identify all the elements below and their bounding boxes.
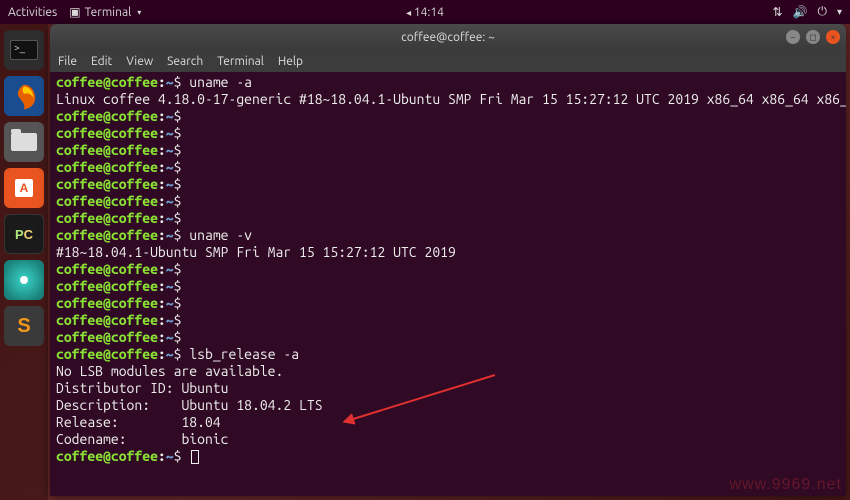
terminal-line: coffee@coffee:~$ bbox=[56, 176, 840, 193]
terminal-line: coffee@coffee:~$ bbox=[56, 448, 840, 465]
terminal-line: coffee@coffee:~$ bbox=[56, 125, 840, 142]
gnome-top-bar: Activities ▣ Terminal ◂ 14:14 ⇅ 🔊 ⏻ ▾ bbox=[0, 0, 850, 24]
terminal-menubar: File Edit View Search Terminal Help bbox=[50, 50, 846, 72]
menu-search[interactable]: Search bbox=[167, 55, 203, 68]
window-minimize-button[interactable]: – bbox=[786, 30, 800, 44]
window-titlebar[interactable]: coffee@coffee: ~ – ◻ × bbox=[50, 24, 846, 50]
menu-edit[interactable]: Edit bbox=[91, 55, 112, 68]
launcher-sublime[interactable]: S bbox=[4, 306, 44, 346]
launcher-terminal[interactable] bbox=[4, 30, 44, 70]
terminal-line: coffee@coffee:~$ bbox=[56, 312, 840, 329]
menu-file[interactable]: File bbox=[58, 55, 77, 68]
activities-button[interactable]: Activities bbox=[8, 6, 57, 19]
firefox-icon bbox=[9, 81, 39, 111]
terminal-icon bbox=[10, 40, 38, 60]
app-menu-label: Terminal bbox=[85, 6, 132, 19]
menu-help[interactable]: Help bbox=[278, 55, 303, 68]
menu-terminal[interactable]: Terminal bbox=[217, 55, 264, 68]
menu-view[interactable]: View bbox=[126, 55, 153, 68]
power-icon[interactable]: ⏻ bbox=[817, 5, 827, 19]
terminal-line: coffee@coffee:~$ lsb_release -a bbox=[56, 346, 840, 363]
app-menu[interactable]: ▣ Terminal bbox=[69, 5, 141, 19]
sound-icon[interactable]: 🔊 bbox=[793, 5, 808, 19]
terminal-line: Release: 18.04 bbox=[56, 414, 840, 431]
atom-icon bbox=[20, 276, 28, 284]
terminal-line: coffee@coffee:~$ bbox=[56, 193, 840, 210]
clock-prev-icon: ◂ bbox=[406, 7, 411, 19]
terminal-line: coffee@coffee:~$ bbox=[56, 108, 840, 125]
terminal-line: coffee@coffee:~$ bbox=[56, 210, 840, 227]
folder-icon bbox=[11, 133, 37, 151]
terminal-line: #18~18.04.1-Ubuntu SMP Fri Mar 15 15:27:… bbox=[56, 244, 840, 261]
launcher-files[interactable] bbox=[4, 122, 44, 162]
system-menu-chevron-icon[interactable]: ▾ bbox=[837, 6, 842, 18]
terminal-icon: ▣ bbox=[69, 5, 80, 19]
terminal-window: coffee@coffee: ~ – ◻ × File Edit View Se… bbox=[50, 24, 846, 496]
terminal-line: coffee@coffee:~$ bbox=[56, 142, 840, 159]
terminal-line: Distributor ID: Ubuntu bbox=[56, 380, 840, 397]
clock-time: 14:14 bbox=[414, 6, 444, 19]
terminal-line: coffee@coffee:~$ bbox=[56, 295, 840, 312]
terminal-body[interactable]: coffee@coffee:~$ uname -aLinux coffee 4.… bbox=[50, 72, 846, 496]
cursor bbox=[191, 450, 199, 464]
watermark: www.9969.net bbox=[729, 476, 842, 494]
terminal-line: Codename: bionic bbox=[56, 431, 840, 448]
terminal-line: coffee@coffee:~$ bbox=[56, 329, 840, 346]
launcher-dock: PC S bbox=[0, 24, 48, 500]
window-maximize-button[interactable]: ◻ bbox=[806, 30, 820, 44]
window-close-button[interactable]: × bbox=[826, 30, 840, 44]
terminal-line: No LSB modules are available. bbox=[56, 363, 840, 380]
network-icon[interactable]: ⇅ bbox=[772, 5, 782, 19]
clock[interactable]: ◂ 14:14 bbox=[406, 6, 444, 19]
terminal-line: coffee@coffee:~$ bbox=[56, 261, 840, 278]
software-icon bbox=[15, 179, 33, 197]
terminal-line: Description: Ubuntu 18.04.2 LTS bbox=[56, 397, 840, 414]
sublime-icon: S bbox=[17, 315, 30, 338]
terminal-line: coffee@coffee:~$ uname -v bbox=[56, 227, 840, 244]
pycharm-icon: PC bbox=[15, 227, 33, 242]
window-title: coffee@coffee: ~ bbox=[401, 31, 495, 44]
terminal-line: coffee@coffee:~$ uname -a bbox=[56, 74, 840, 91]
launcher-pycharm[interactable]: PC bbox=[4, 214, 44, 254]
launcher-software[interactable] bbox=[4, 168, 44, 208]
terminal-line: coffee@coffee:~$ bbox=[56, 159, 840, 176]
launcher-firefox[interactable] bbox=[4, 76, 44, 116]
launcher-atom[interactable] bbox=[4, 260, 44, 300]
terminal-line: coffee@coffee:~$ bbox=[56, 278, 840, 295]
terminal-line: Linux coffee 4.18.0-17-generic #18~18.04… bbox=[56, 91, 840, 108]
